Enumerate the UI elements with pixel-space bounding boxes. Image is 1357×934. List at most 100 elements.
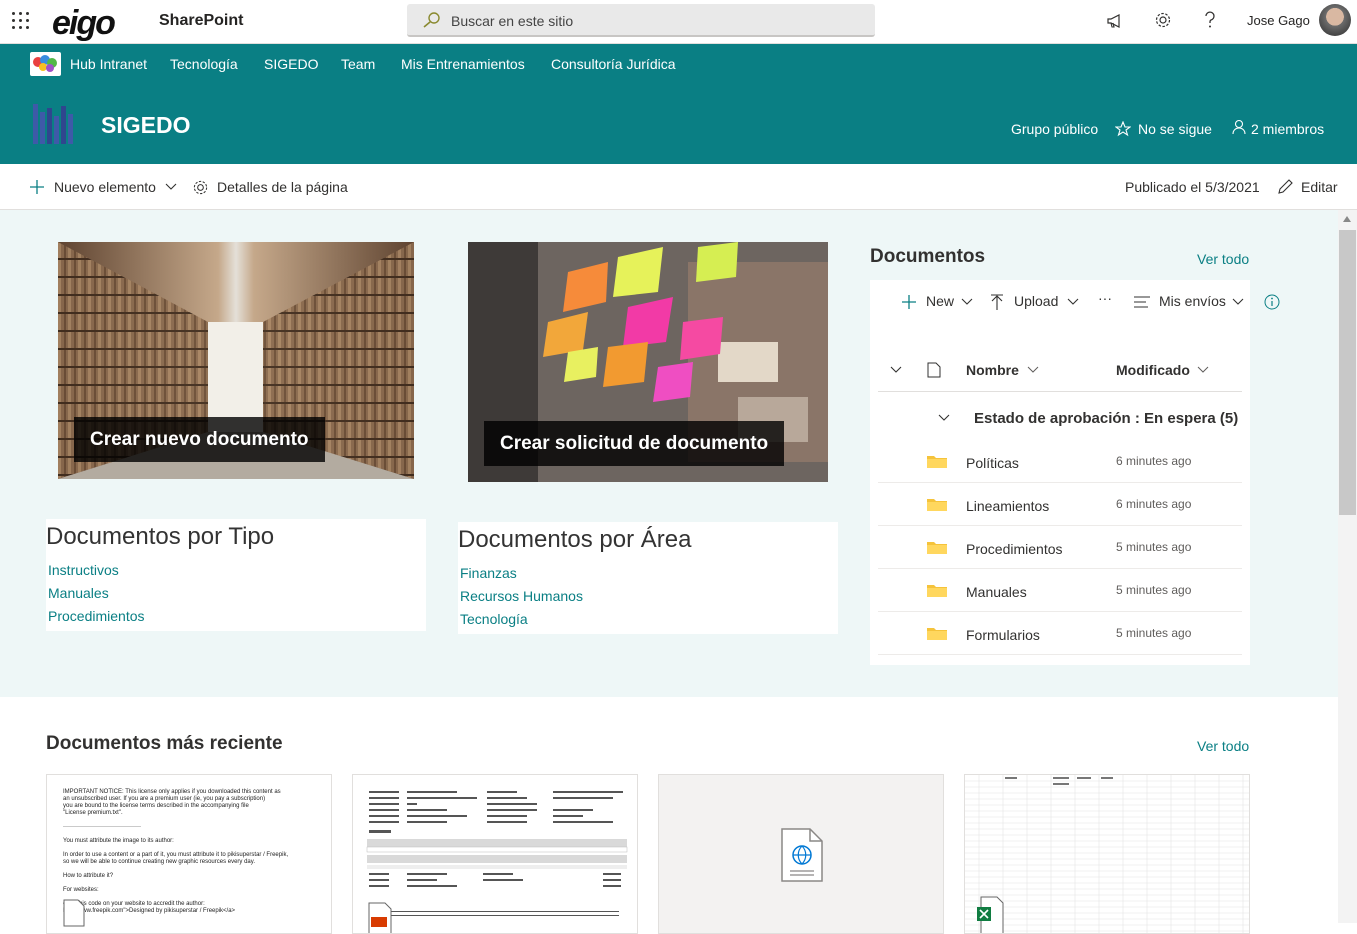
published-date: Publicado el 5/3/2021 xyxy=(1125,179,1260,195)
item-modified: 6 minutes ago xyxy=(1116,454,1192,468)
info-icon[interactable] xyxy=(1264,294,1280,310)
more-options-button[interactable]: ··· xyxy=(1098,290,1112,306)
recent-document-card[interactable] xyxy=(658,774,944,934)
documents-title[interactable]: Documentos xyxy=(870,246,985,268)
search-icon xyxy=(423,12,440,28)
column-header-modified[interactable]: Modificado xyxy=(1116,362,1190,378)
chevron-down-icon[interactable] xyxy=(961,298,973,306)
documents-see-all-link[interactable]: Ver todo xyxy=(1197,251,1249,267)
settings-icon xyxy=(193,180,208,195)
hub-link-tecnologia[interactable]: Tecnología xyxy=(170,56,238,72)
hero-tile-document-request[interactable]: Crear solicitud de documento xyxy=(468,242,828,482)
item-modified: 5 minutes ago xyxy=(1116,540,1192,554)
add-icon xyxy=(30,180,44,194)
chevron-down-icon[interactable] xyxy=(165,183,177,191)
item-name[interactable]: Formularios xyxy=(966,627,1040,643)
hub-link-consultoria-juridica[interactable]: Consultoría Jurídica xyxy=(551,56,676,72)
new-button[interactable]: New xyxy=(926,293,954,309)
collapse-all-icon[interactable] xyxy=(890,366,902,374)
recent-document-card[interactable] xyxy=(352,774,638,934)
recent-see-all-link[interactable]: Ver todo xyxy=(1197,738,1249,754)
hub-link-sigedo[interactable]: SIGEDO xyxy=(264,56,318,72)
folder-icon xyxy=(927,499,947,511)
hero-label-document-request[interactable]: Crear solicitud de documento xyxy=(484,421,785,466)
list-item[interactable]: Políticas 6 minutes ago xyxy=(878,440,1242,483)
upload-button[interactable]: Upload xyxy=(1014,293,1058,309)
item-name[interactable]: Manuales xyxy=(966,584,1027,600)
chevron-down-icon[interactable] xyxy=(1232,298,1244,306)
item-name[interactable]: Lineamientos xyxy=(966,498,1049,514)
item-modified: 5 minutes ago xyxy=(1116,583,1192,597)
list-item[interactable]: Lineamientos 6 minutes ago xyxy=(878,483,1242,526)
hub-link-team[interactable]: Team xyxy=(341,56,375,72)
follow-button[interactable]: No se sigue xyxy=(1138,121,1212,137)
link-tecnologia[interactable]: Tecnología xyxy=(460,608,838,631)
web-page-icon xyxy=(781,828,823,882)
company-logo[interactable]: eigo xyxy=(52,4,116,43)
link-recursos-humanos[interactable]: Recursos Humanos xyxy=(460,585,838,608)
hero-tile-new-document[interactable]: Crear nuevo documento xyxy=(58,242,414,479)
chevron-down-icon[interactable] xyxy=(1027,366,1039,374)
list-item[interactable]: Formularios 5 minutes ago xyxy=(878,612,1242,655)
hub-link-hub-intranet[interactable]: Hub Intranet xyxy=(70,56,147,72)
link-instructivos[interactable]: Instructivos xyxy=(48,559,426,582)
link-manuales[interactable]: Manuales xyxy=(48,582,426,605)
site-logo[interactable] xyxy=(32,102,78,146)
page-details-button[interactable]: Detalles de la página xyxy=(217,179,348,195)
view-selector[interactable]: Mis envíos xyxy=(1159,293,1226,309)
app-name[interactable]: SharePoint xyxy=(159,12,243,30)
item-modified: 5 minutes ago xyxy=(1116,626,1192,640)
gear-icon[interactable] xyxy=(1154,11,1172,29)
quick-links-type: Documentos por Tipo Instructivos Manuale… xyxy=(46,519,426,631)
scrollbar-thumb[interactable] xyxy=(1339,230,1356,515)
list-item[interactable]: Manuales 5 minutes ago xyxy=(878,569,1242,612)
person-icon[interactable] xyxy=(1232,119,1246,135)
scroll-up-icon[interactable] xyxy=(1343,216,1351,222)
column-header-name[interactable]: Nombre xyxy=(966,362,1019,378)
hub-logo-icon xyxy=(33,55,57,72)
search-placeholder[interactable]: Buscar en este sitio xyxy=(451,13,573,29)
search-box[interactable]: Buscar en este sitio xyxy=(407,4,875,37)
spreadsheet-preview xyxy=(965,775,1249,933)
folder-icon xyxy=(927,628,947,640)
folder-icon xyxy=(927,542,947,554)
hub-navigation: Hub Intranet Tecnología SIGEDO Team Mis … xyxy=(0,44,1357,84)
hero-label-new-document[interactable]: Crear nuevo documento xyxy=(74,417,325,462)
item-name[interactable]: Procedimientos xyxy=(966,541,1063,557)
user-name[interactable]: Jose Gago xyxy=(1247,13,1310,28)
new-item-button[interactable]: Nuevo elemento xyxy=(54,179,156,195)
add-icon xyxy=(902,295,916,309)
recent-title: Documentos más reciente xyxy=(46,733,283,754)
folder-icon xyxy=(927,456,947,468)
help-icon[interactable] xyxy=(1203,11,1217,29)
recent-document-card[interactable] xyxy=(964,774,1250,934)
item-modified: 6 minutes ago xyxy=(1116,497,1192,511)
link-procedimientos[interactable]: Procedimientos xyxy=(48,605,426,628)
chevron-down-icon[interactable] xyxy=(1067,298,1079,306)
site-header: SIGEDO Grupo público No se sigue 2 miemb… xyxy=(0,84,1357,164)
folder-icon xyxy=(927,585,947,597)
edit-button[interactable]: Editar xyxy=(1301,179,1338,195)
group-header[interactable]: Estado de aprobación : En espera (5) xyxy=(974,410,1238,427)
page-command-bar: Nuevo elemento Detalles de la página Pub… xyxy=(0,164,1357,210)
list-item[interactable]: Procedimientos 5 minutes ago xyxy=(878,526,1242,569)
hub-link-mis-entrenamientos[interactable]: Mis Entrenamientos xyxy=(401,56,525,72)
item-name[interactable]: Políticas xyxy=(966,455,1019,471)
group-collapse-icon[interactable] xyxy=(938,414,950,422)
file-type-icon xyxy=(927,362,941,378)
avatar[interactable] xyxy=(1319,4,1351,36)
star-icon[interactable] xyxy=(1115,121,1131,137)
recent-document-card[interactable]: IMPORTANT NOTICE: This license only appl… xyxy=(46,774,332,934)
quick-links-title: Documentos por Tipo xyxy=(46,523,275,550)
megaphone-icon[interactable] xyxy=(1106,13,1124,29)
site-title[interactable]: SIGEDO xyxy=(101,112,190,139)
edit-icon xyxy=(1278,179,1293,194)
hub-logo[interactable] xyxy=(30,52,61,76)
upload-icon xyxy=(991,294,1003,310)
invoice-preview xyxy=(366,791,628,933)
suite-bar: eigo SharePoint Buscar en este sitio Jos… xyxy=(0,0,1357,44)
chevron-down-icon[interactable] xyxy=(1197,366,1209,374)
app-launcher-icon[interactable] xyxy=(12,11,32,31)
link-finanzas[interactable]: Finanzas xyxy=(460,562,838,585)
members-button[interactable]: 2 miembros xyxy=(1251,121,1324,137)
